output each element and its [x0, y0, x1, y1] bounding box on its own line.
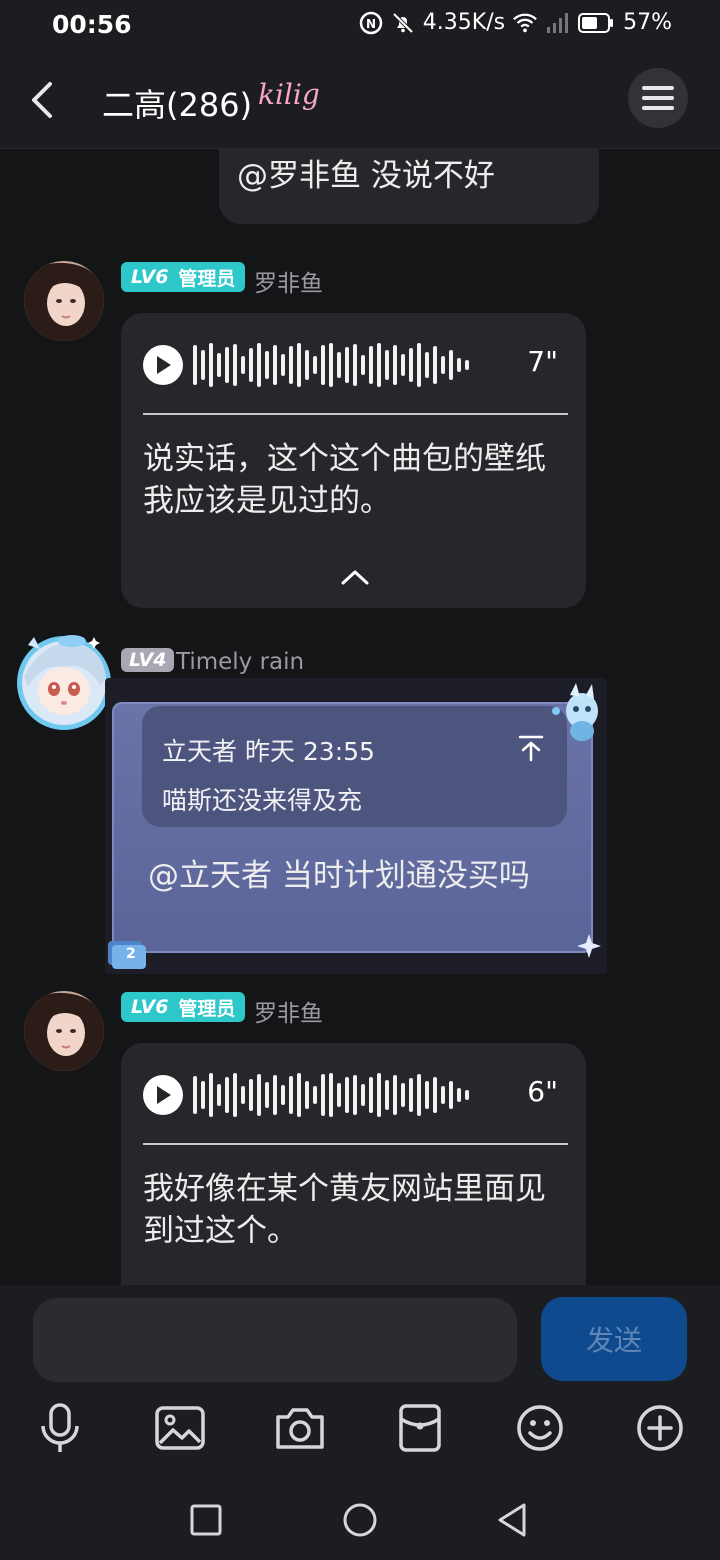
camera-icon — [274, 1405, 326, 1455]
arrow-up-icon — [518, 735, 544, 766]
chat-header: 二高(286) kilig — [0, 52, 720, 149]
emoji-button[interactable] — [510, 1400, 570, 1460]
plus-circle-icon — [635, 1403, 685, 1457]
nfc-icon: N — [359, 11, 383, 35]
chevron-left-icon — [24, 82, 64, 128]
play-icon[interactable] — [143, 1075, 183, 1115]
nav-recents-button[interactable] — [176, 1492, 236, 1552]
wifi-icon — [513, 11, 537, 35]
camera-button[interactable] — [270, 1400, 330, 1460]
hamburger-menu-icon — [628, 86, 688, 132]
message-text: @罗非鱼 没说不好 — [237, 158, 495, 194]
more-button[interactable] — [630, 1400, 690, 1460]
mute-bell-icon — [391, 11, 415, 35]
circle-icon — [341, 1501, 379, 1543]
voice-player[interactable] — [143, 343, 469, 387]
back-button[interactable] — [24, 76, 64, 124]
avatar[interactable] — [24, 991, 104, 1071]
voice-button[interactable] — [30, 1400, 90, 1460]
red-packet-icon — [398, 1403, 442, 1457]
waveform — [193, 1073, 469, 1117]
battery-percent: 57% — [623, 10, 672, 35]
voice-message-bubble[interactable]: 6" 我好像在某个黄友网站里面见到过这个。 — [121, 1043, 586, 1285]
red-packet-button[interactable] — [390, 1400, 450, 1460]
nav-home-button[interactable] — [330, 1492, 390, 1552]
jump-to-original-button[interactable] — [518, 734, 544, 766]
svg-text:N: N — [366, 17, 376, 31]
send-button[interactable]: 发送 — [541, 1297, 687, 1381]
message-input[interactable] — [33, 1298, 517, 1382]
square-icon — [188, 1502, 224, 1542]
chevron-up-icon — [341, 570, 369, 590]
message-text: @立天者 当时计划通没买吗 — [148, 858, 530, 894]
quote-text: 喵斯还没来得及充 — [162, 786, 363, 815]
message-list[interactable]: @罗非鱼 没说不好 LV6 管理员 罗非鱼 7" 说实话，这个这个曲包的壁纸我应… — [0, 149, 720, 1285]
triangle-back-icon — [494, 1501, 530, 1543]
microphone-icon — [38, 1402, 82, 1458]
quoted-message[interactable]: 立天者 昨天 23:55 喵斯还没来得及充 — [142, 706, 567, 827]
image-icon — [154, 1405, 206, 1455]
admin-badge: LV6 管理员 — [121, 992, 246, 1022]
emoji-icon — [515, 1403, 565, 1457]
status-icons: N 4.35K/s 57% — [359, 10, 672, 35]
image-button[interactable] — [150, 1400, 210, 1460]
voice-message-bubble[interactable]: 7" 说实话，这个这个曲包的壁纸我应该是见过的。 — [121, 313, 586, 608]
composer: 发送 — [0, 1285, 720, 1560]
sender-name[interactable]: 罗非鱼 — [254, 994, 323, 1028]
status-time: 00:56 — [52, 10, 132, 39]
avatar[interactable] — [24, 261, 104, 341]
quote-header: 立天者 昨天 23:55 — [162, 737, 375, 766]
group-badge: kilig — [258, 78, 320, 111]
divider — [143, 413, 568, 415]
signal-icon — [545, 11, 569, 35]
waveform — [193, 343, 469, 387]
nav-back-button[interactable] — [482, 1492, 542, 1552]
sender-name[interactable]: Timely rain — [176, 649, 304, 675]
menu-button[interactable] — [628, 68, 688, 128]
status-bar: 00:56 N 4.35K/s 57% — [0, 0, 720, 52]
mascot-sticker-icon — [546, 681, 608, 747]
message-bubble[interactable]: 立天者 昨天 23:55 喵斯还没来得及充 @立天者 当时计划通没买吗 — [112, 702, 593, 953]
chat-title[interactable]: 二高(286) — [102, 80, 252, 126]
divider — [143, 1143, 568, 1145]
play-icon[interactable] — [143, 345, 183, 385]
voice-player[interactable] — [143, 1073, 469, 1117]
voice-duration: 6" — [527, 1075, 558, 1108]
admin-badge: LV6 管理员 — [121, 262, 246, 292]
collapse-transcript-button[interactable] — [341, 568, 369, 590]
battery-icon — [577, 11, 615, 35]
voice-transcript: 我好像在某个黄友网站里面见到过这个。 — [143, 1171, 546, 1249]
bubble-badge: 2 — [108, 939, 146, 969]
level-badge: LV4 — [121, 648, 175, 672]
message-bubble[interactable]: @罗非鱼 没说不好 — [219, 149, 599, 224]
voice-duration: 7" — [527, 345, 558, 378]
sparkle-icon — [576, 933, 602, 963]
voice-transcript: 说实话，这个这个曲包的壁纸我应该是见过的。 — [143, 441, 546, 519]
sender-name[interactable]: 罗非鱼 — [254, 264, 323, 298]
network-speed: 4.35K/s — [422, 10, 506, 35]
